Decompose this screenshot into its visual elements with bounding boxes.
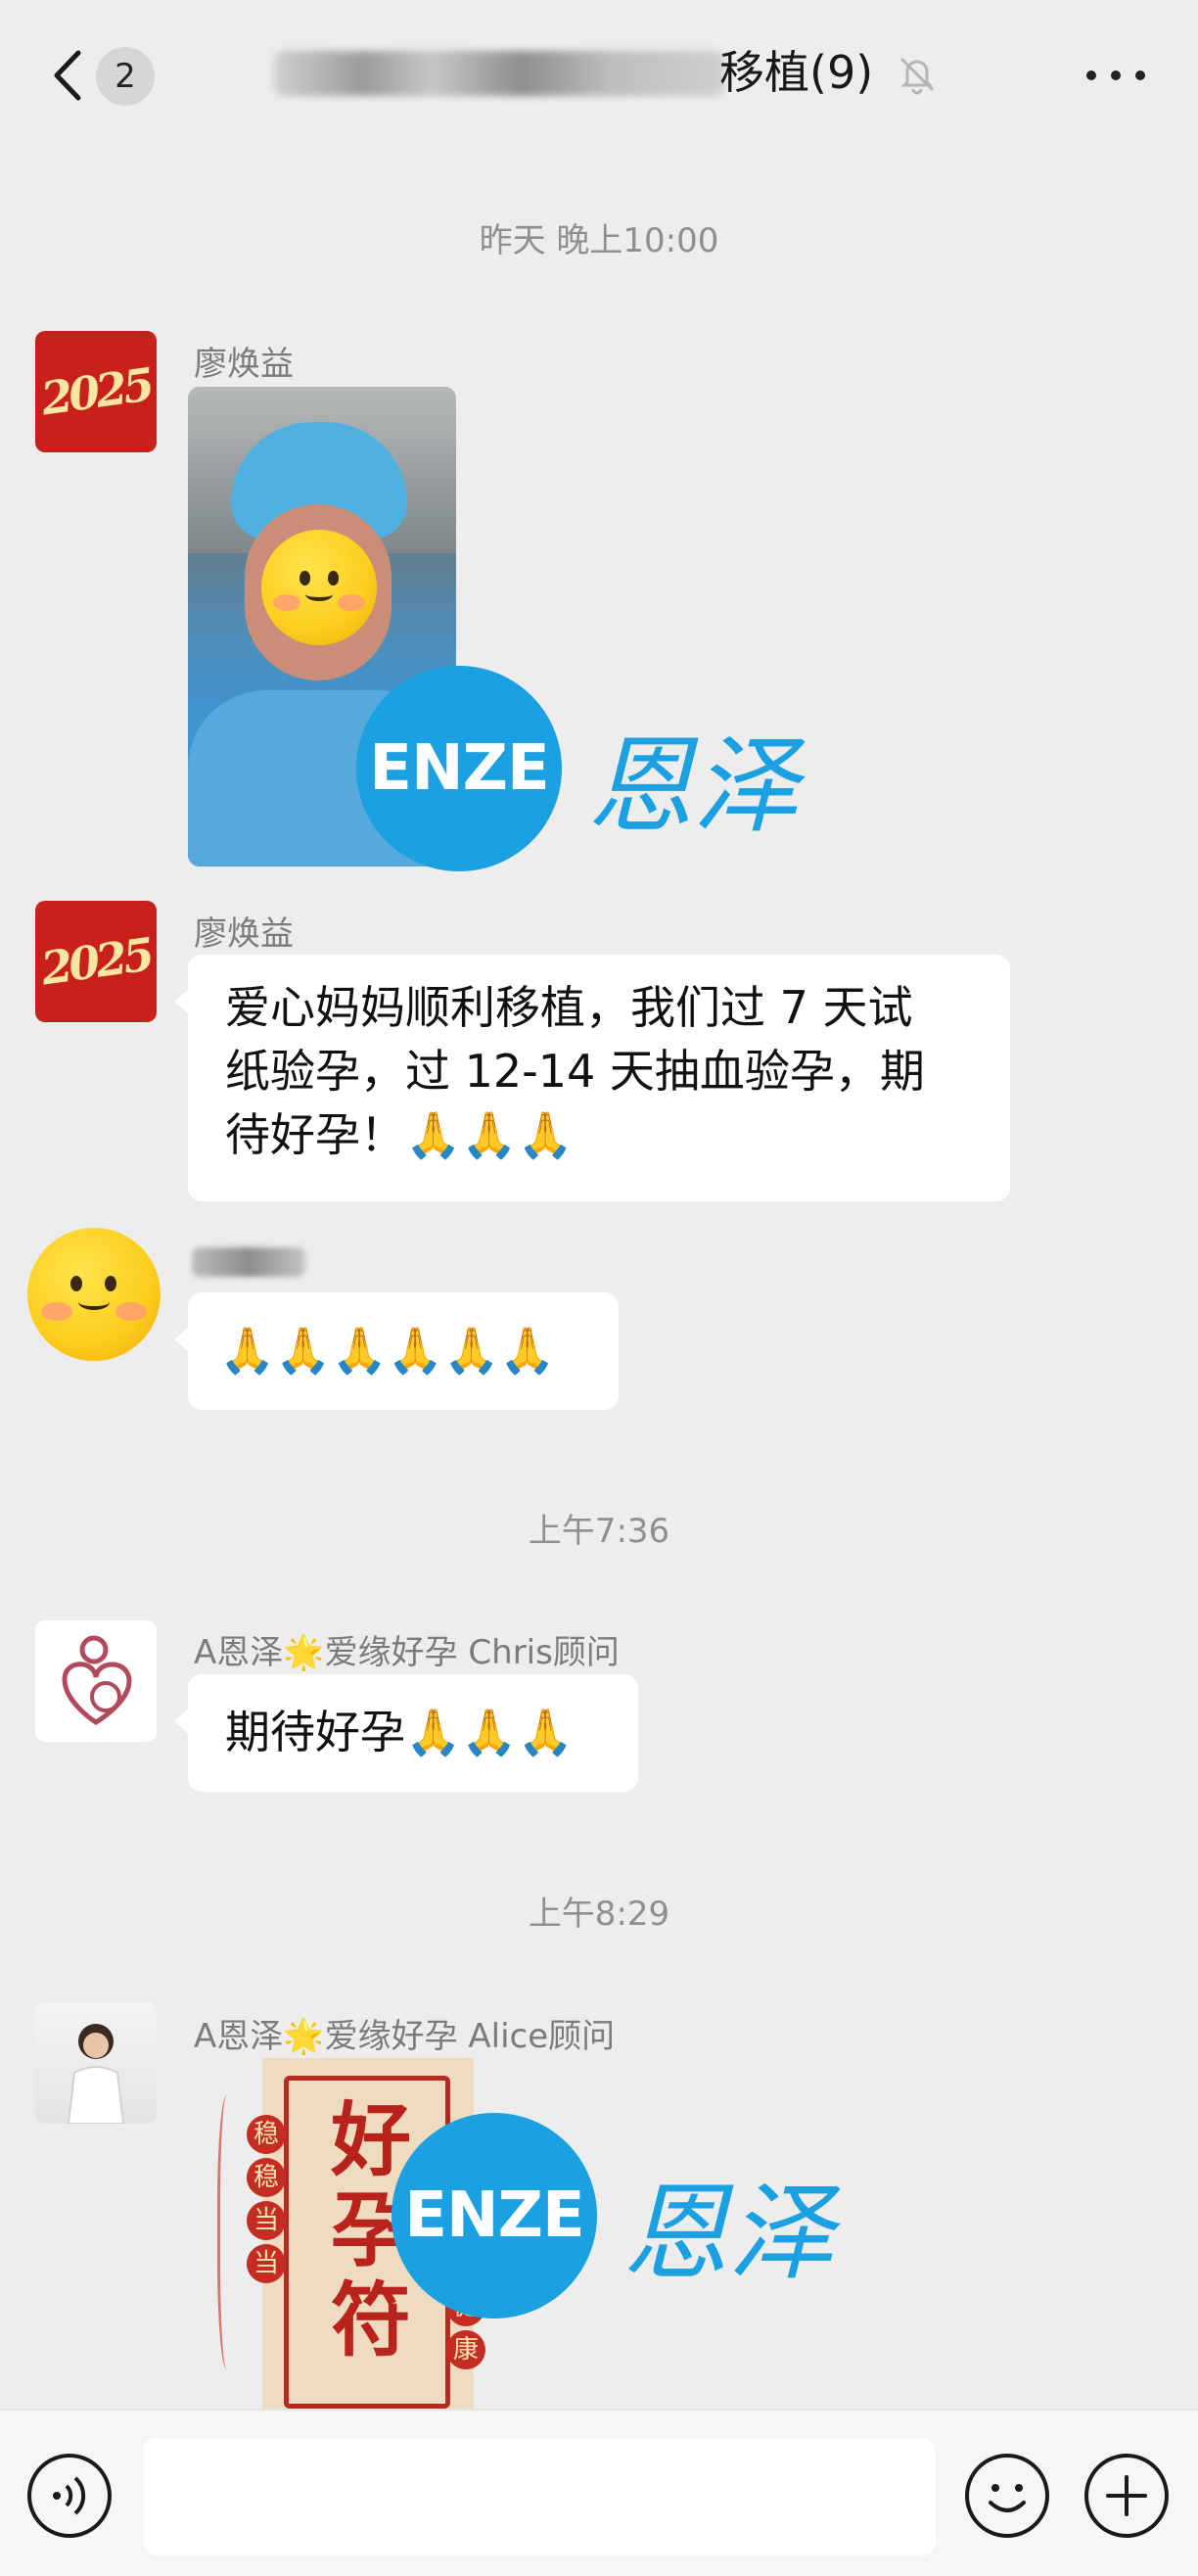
avatar[interactable]: 2025 <box>35 901 157 1022</box>
avatar[interactable] <box>35 2002 157 2124</box>
bell-off-icon <box>899 57 935 95</box>
voice-icon <box>53 2476 86 2515</box>
smiley-icon <box>989 2484 1026 2512</box>
message-line: 爱心妈妈顺利移植，我们过 7 天试 <box>225 981 913 1034</box>
timestamp: 上午7:36 <box>528 1512 670 1551</box>
unread-count-badge: 2 <box>96 47 155 106</box>
more-functions-button[interactable] <box>1084 2454 1169 2538</box>
chat-title[interactable]: 移植(9) <box>719 43 873 102</box>
smiley-emoji-icon <box>261 530 377 645</box>
message-line: 待好孕！🙏🙏🙏 <box>225 1108 574 1161</box>
chevron-left-icon <box>54 50 81 101</box>
voice-input-button[interactable] <box>27 2454 112 2538</box>
watermark-logo: ENZE <box>356 666 562 871</box>
emoji-button[interactable] <box>965 2454 1049 2538</box>
input-bar <box>0 2409 1198 2576</box>
more-options-button[interactable] <box>1077 49 1155 98</box>
back-button[interactable]: 2 <box>39 41 157 110</box>
avatar-2025-label: 2025 <box>37 927 155 996</box>
sender-name: A恩泽🌟爱缘好孕 Chris顾问 <box>194 1633 620 1672</box>
message-input[interactable] <box>143 2438 936 2555</box>
message-line: 期待好孕🙏🙏🙏 <box>225 1706 574 1758</box>
avatar[interactable]: 2025 <box>35 331 157 452</box>
message-bubble[interactable]: 爱心妈妈顺利移植，我们过 7 天试 纸验孕，过 12-14 天抽血验孕，期 待好… <box>174 955 1010 1201</box>
sticker-decoration <box>217 2095 241 2369</box>
watermark-logo: ENZE <box>392 2113 597 2318</box>
plus-icon <box>1106 2475 1147 2516</box>
chat-header: 2 移植(9) <box>0 0 1198 147</box>
watermark-text: 恩泽 <box>622 2173 835 2295</box>
watermark-text: 恩泽 <box>587 726 800 848</box>
sender-name: 廖焕益 <box>194 914 294 954</box>
sender-name: A恩泽🌟爱缘好孕 Alice顾问 <box>194 2017 616 2056</box>
timestamp: 昨天 晚上10:00 <box>479 221 719 260</box>
message-line: 纸验孕，过 12-14 天抽血验孕，期 <box>225 1045 925 1098</box>
message-line: 🙏🙏🙏🙏🙏🙏 <box>219 1324 556 1377</box>
message-bubble[interactable]: 🙏🙏🙏🙏🙏🙏 <box>174 1292 619 1410</box>
avatar-2025-label: 2025 <box>37 357 155 426</box>
person-photo-icon <box>67 2024 125 2124</box>
sticker-left-seals: 稳 稳 当 当 <box>247 2115 286 2287</box>
heart-mother-logo-icon <box>62 1635 132 1725</box>
timestamp: 上午8:29 <box>528 1895 670 1934</box>
avatar[interactable] <box>35 1620 157 1742</box>
sender-name: 廖焕益 <box>194 345 294 384</box>
blurred-title-part <box>274 51 724 96</box>
avatar[interactable] <box>27 1228 161 1361</box>
message-bubble[interactable]: 期待好孕🙏🙏🙏 <box>174 1674 638 1792</box>
blurred-sender-name <box>192 1247 305 1277</box>
